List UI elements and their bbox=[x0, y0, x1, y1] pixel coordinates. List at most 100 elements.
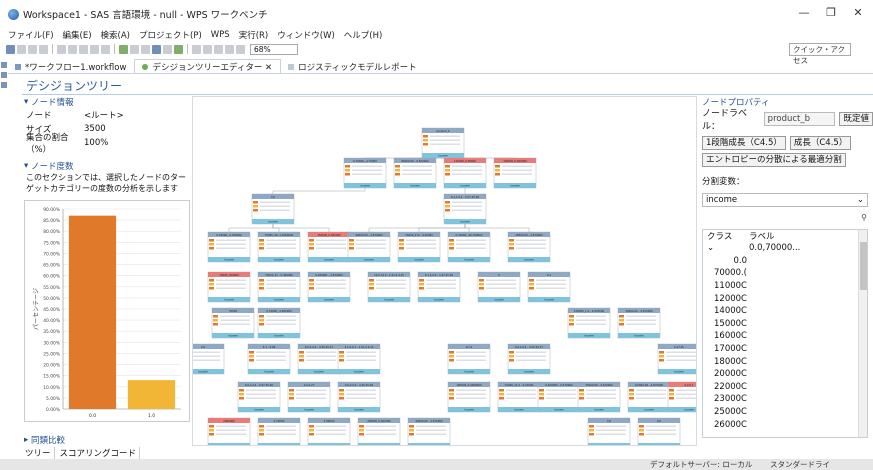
menu-help[interactable]: ヘルプ(H) bbox=[344, 29, 383, 41]
grow-one-level-button[interactable]: 1段階成長（C4.5） bbox=[702, 136, 786, 150]
close-button[interactable]: ✕ bbox=[851, 6, 865, 19]
tree-node[interactable]: 0.0,1,0.4 - 4.25.25.27 income bbox=[297, 343, 341, 375]
tree-node[interactable]: 0.70000_-4.700000income bbox=[207, 231, 251, 263]
menu-window[interactable]: ウィンドウ(W) bbox=[277, 29, 335, 41]
tree-node[interactable]: 28000.00 - 4.670000 income bbox=[507, 231, 551, 263]
tab-decision-tree-editor[interactable]: デシジョンツリーエディター ✕ bbox=[134, 59, 282, 73]
minimize-button[interactable]: — bbox=[797, 6, 811, 19]
tree-node[interactable]: 40000.00 - 4.670000 income bbox=[407, 417, 451, 446]
maximize-button[interactable]: ❐ bbox=[824, 6, 838, 19]
table-scrollbar[interactable] bbox=[858, 230, 867, 437]
grow-button[interactable]: 成長（C4.5） bbox=[789, 136, 852, 150]
table-row[interactable]: 15000C bbox=[703, 318, 867, 331]
default-value-button[interactable]: 既定値 bbox=[839, 112, 873, 126]
zoom-out-icon[interactable] bbox=[236, 44, 245, 54]
table-row[interactable]: 11000C bbox=[703, 280, 867, 293]
tree-node[interactable]: 400000_0.400000income bbox=[357, 417, 401, 446]
tab-scoring-code[interactable]: スコアリングコード bbox=[57, 447, 141, 459]
tree-node[interactable]: 0.70000 income bbox=[257, 417, 301, 446]
table-row[interactable]: 25000C bbox=[703, 406, 867, 419]
tree-node[interactable]: 1S.0.74.0 - 1.51.2.4.25 income bbox=[367, 271, 411, 303]
tab-logistic-report[interactable]: ロジスティックモデルレポート bbox=[281, 59, 425, 73]
undo-icon[interactable] bbox=[90, 44, 99, 54]
table-row[interactable]: 22000C bbox=[703, 381, 867, 394]
entropy-split-button[interactable]: エントロピーの分散による最適分割 bbox=[702, 153, 846, 167]
tree-node[interactable]: 3.00000 income bbox=[307, 417, 351, 446]
zoom-in-icon[interactable] bbox=[225, 44, 234, 54]
tree-node[interactable]: 0.000001 - 4.670000 income bbox=[307, 271, 351, 303]
tree-node[interactable]: 70000_90.-1.0400000income bbox=[257, 231, 301, 263]
menu-wps[interactable]: WPS bbox=[211, 30, 230, 40]
workflow-icon[interactable] bbox=[174, 44, 183, 54]
collapse-arrow-icon[interactable]: ⌄ bbox=[703, 243, 749, 253]
table-row[interactable]: 16000C bbox=[703, 330, 867, 343]
tree-node[interactable]: 160000_0.4000000income bbox=[447, 381, 491, 413]
table-row[interactable]: 12000C bbox=[703, 292, 867, 305]
save-icon[interactable] bbox=[17, 44, 26, 54]
bar-0.0[interactable] bbox=[68, 215, 117, 409]
tab-workflow[interactable]: *ワークフロー1.workflow bbox=[8, 59, 134, 73]
tree-node[interactable]: 150000_0.400000income bbox=[307, 231, 351, 263]
debug-icon[interactable] bbox=[141, 44, 150, 54]
properties-icon[interactable] bbox=[1, 82, 7, 88]
back-icon[interactable] bbox=[203, 44, 212, 54]
cut-icon[interactable] bbox=[57, 44, 66, 54]
tree-node[interactable]: 0.1.0 income bbox=[447, 343, 491, 375]
menu-file[interactable]: ファイル(F) bbox=[8, 29, 54, 41]
split-variable-select[interactable]: income ⌄ bbox=[702, 193, 868, 207]
tree-node[interactable]: 0.27.25 income bbox=[657, 343, 697, 375]
navigator-icon[interactable] bbox=[1, 62, 7, 68]
tree-node[interactable]: 70000_270 - 0.20000 income bbox=[397, 231, 441, 263]
scrollbar-thumb[interactable] bbox=[860, 242, 867, 290]
library-icon[interactable] bbox=[163, 44, 172, 54]
redo-icon[interactable] bbox=[101, 44, 110, 54]
tree-node[interactable]: 70000_200000income bbox=[207, 271, 251, 303]
tree-node[interactable]: 0income bbox=[477, 271, 521, 303]
table-row[interactable]: 20000C bbox=[703, 368, 867, 381]
table-tools-icon[interactable]: ⚲ bbox=[861, 213, 867, 222]
outline-icon[interactable] bbox=[1, 72, 7, 78]
tree-node[interactable]: 0.0 income bbox=[637, 417, 681, 446]
tree-node[interactable]: 0.0,1,0.4 - 4.25.25.27 income bbox=[507, 343, 551, 375]
node-freq-section-header[interactable]: ▾ ノード度数 bbox=[22, 160, 190, 172]
tree-node[interactable]: 0.1 income bbox=[527, 271, 571, 303]
tree-node[interactable]: 0.0.4.0.0 - 4.25.25.00 income bbox=[337, 381, 381, 413]
tree-node[interactable]: 80000.00 - 0.500000 income bbox=[393, 157, 437, 189]
run-icon[interactable] bbox=[119, 44, 128, 54]
table-row[interactable]: 0.0 bbox=[703, 255, 867, 268]
tree-node[interactable]: 2.0.4.27 income bbox=[287, 381, 331, 413]
copy-icon[interactable] bbox=[68, 44, 77, 54]
tree-node[interactable]: 0.0.0.1 income bbox=[667, 381, 697, 413]
node-info-section-header[interactable]: ▾ ノード情報 bbox=[22, 96, 190, 108]
zoom-select[interactable]: 68% bbox=[250, 43, 298, 55]
save-all-icon[interactable] bbox=[28, 44, 37, 54]
tree-node[interactable]: 35000.00 - 4.670000 income bbox=[577, 381, 621, 413]
tree-node[interactable]: 2300000 income bbox=[207, 417, 251, 446]
tree-node[interactable]: 0.1,1,0.4 - 0.57.25.00 income bbox=[443, 193, 487, 225]
tree-node[interactable]: 35000.00 - 4.670000 income bbox=[617, 307, 661, 339]
tree-node[interactable]: 40000.00 - 4.670000 income bbox=[347, 231, 391, 263]
tree-node[interactable]: 0.0 income bbox=[251, 193, 295, 225]
tree-node[interactable]: 0.0,1,0.4 - 0.57.25.00 income bbox=[237, 381, 281, 413]
menu-edit[interactable]: 編集(E) bbox=[63, 29, 92, 41]
server-icon[interactable] bbox=[152, 44, 161, 54]
tree-node[interactable]: 0.1.4.0.0 - 3.27.25.00 income bbox=[417, 271, 461, 303]
table-row[interactable]: 17000C bbox=[703, 343, 867, 356]
compare-section-header[interactable]: ▸ 同類比較 bbox=[22, 434, 190, 446]
tree-node[interactable]: 70000_21 - 0.400000 income bbox=[257, 271, 301, 303]
tree-node[interactable]: 0.70000_-90.700000income bbox=[447, 231, 491, 263]
tree-node[interactable]: 2.0 income bbox=[193, 343, 225, 375]
tree-node[interactable]: 0.70000_-4.70000income bbox=[343, 157, 387, 189]
tree-node[interactable]: 0.70000_-4.600000income bbox=[257, 307, 301, 339]
tree-node[interactable]: 0.0 income bbox=[587, 417, 631, 446]
tab-tree[interactable]: ツリー bbox=[22, 447, 55, 459]
bar-1.0[interactable] bbox=[127, 380, 176, 409]
paste-icon[interactable] bbox=[79, 44, 88, 54]
table-row[interactable]: 18000C bbox=[703, 355, 867, 368]
tree-node[interactable]: 0.0000.00 - 4.870000 income bbox=[627, 381, 671, 413]
stop-icon[interactable] bbox=[130, 44, 139, 54]
table-row[interactable]: 26000C bbox=[703, 418, 867, 431]
tree-node[interactable]: 150000_1.0 - 0.470000 income bbox=[567, 307, 611, 339]
menu-run[interactable]: 実行(R) bbox=[239, 29, 269, 41]
new-file-icon[interactable] bbox=[6, 44, 15, 54]
